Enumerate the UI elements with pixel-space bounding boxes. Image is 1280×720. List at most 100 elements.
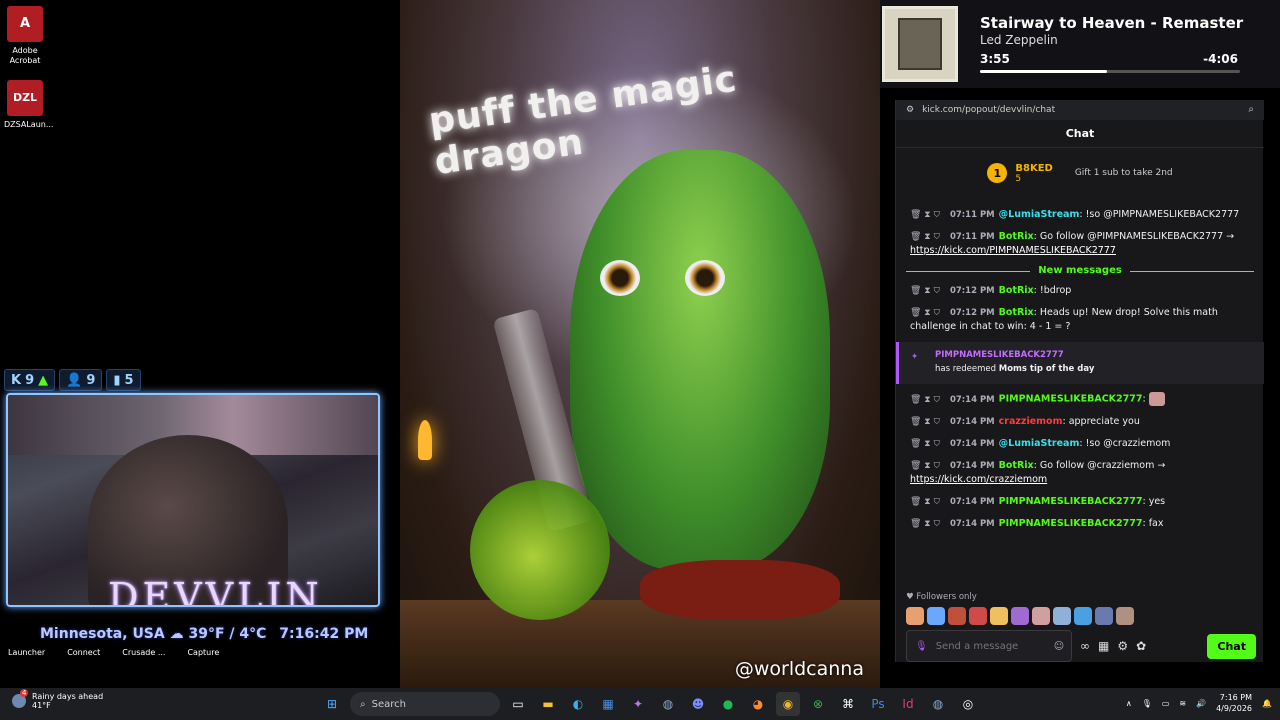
chat-input[interactable]	[935, 640, 1046, 652]
followers-only-label: Followers only	[916, 592, 977, 602]
xbox-icon[interactable]: ⊗	[806, 692, 830, 716]
photoshop-icon[interactable]: Ps	[866, 692, 890, 716]
shortcut-capture[interactable]: Capture	[187, 648, 219, 657]
emote-icon[interactable]	[1116, 607, 1134, 625]
site-settings-icon[interactable]: ⚙	[906, 105, 914, 115]
message-actions-icon[interactable]: 🗑 ⧗ ⛉	[910, 461, 940, 471]
emote-icon[interactable]	[1095, 607, 1113, 625]
mic-icon[interactable]: 🎙	[915, 641, 928, 652]
steam-alt-icon[interactable]: ◍	[926, 692, 950, 716]
edge-icon[interactable]: ◐	[566, 692, 590, 716]
emote-icon[interactable]	[1074, 607, 1092, 625]
emote-icon[interactable]	[969, 607, 987, 625]
shortcut-launcher[interactable]: Launcher	[8, 648, 45, 657]
stat-value: 9	[86, 372, 96, 388]
message-user[interactable]: PIMPNAMESLIKEBACK2777	[999, 496, 1143, 507]
windows-start-icon[interactable]: ⊞	[320, 692, 344, 716]
weather-badge: 4	[20, 689, 29, 697]
chevron-up-icon[interactable]: ∧	[1126, 699, 1132, 708]
emote-icon[interactable]	[927, 607, 945, 625]
send-chat-button[interactable]: Chat	[1207, 633, 1256, 659]
task-view-icon[interactable]: ▭	[506, 692, 530, 716]
kick-icon: K	[11, 372, 22, 388]
taskbar-search[interactable]: ⌕ Search	[350, 692, 500, 716]
indesign-icon[interactable]: Id	[896, 692, 920, 716]
shortcut-connect[interactable]: Connect	[67, 648, 100, 657]
message-time: 07:14 PM	[949, 394, 995, 405]
message-link[interactable]: https://kick.com/crazziemom	[910, 474, 1047, 485]
message-user[interactable]: BotRix	[999, 231, 1034, 242]
network-icon[interactable]: ▭	[1162, 699, 1170, 708]
now-playing-widget[interactable]: Stairway to Heaven - Remaster Led Zeppel…	[880, 0, 1280, 88]
bong-bowl	[470, 480, 610, 620]
emote-icon[interactable]	[906, 607, 924, 625]
store-icon[interactable]: ▦	[1098, 639, 1109, 653]
discord-icon[interactable]: ☻	[686, 692, 710, 716]
emote-icon[interactable]	[948, 607, 966, 625]
album-cover	[882, 6, 958, 82]
message-actions-icon[interactable]: 🗑 ⧗ ⛉	[910, 395, 940, 405]
message-text: !bdrop	[1039, 285, 1072, 296]
message-user[interactable]: BotRix	[999, 307, 1034, 318]
url-bar[interactable]: ⚙ kick.com/popout/devvlin/chat ⌕	[896, 100, 1264, 120]
message-actions-icon[interactable]: 🗑 ⧗ ⛉	[910, 210, 940, 220]
emoji-icon[interactable]: ☺	[1054, 641, 1064, 652]
message-user[interactable]: BotRix	[999, 460, 1034, 471]
message-actions-icon[interactable]: 🗑 ⧗ ⛉	[910, 308, 940, 318]
obs-icon[interactable]: ◎	[956, 692, 980, 716]
cloud-icon: ☁	[169, 626, 189, 642]
notification-bell-icon[interactable]: 🔔	[1262, 699, 1272, 708]
copilot-icon[interactable]: ✦	[626, 692, 650, 716]
desktop-icon-acrobat[interactable]: A Adobe Acrobat	[4, 6, 46, 66]
settings-icon[interactable]: ⚙	[1117, 639, 1128, 653]
new-messages-divider[interactable]: New messages	[896, 262, 1264, 280]
firefox-icon[interactable]: ◕	[746, 692, 770, 716]
mic-icon[interactable]: 🎙	[1142, 699, 1152, 708]
message-user[interactable]: @LumiaStream	[999, 438, 1080, 449]
weather-temp: 41°F	[32, 701, 51, 710]
message-actions-icon[interactable]: 🗑 ⧗ ⛉	[910, 232, 940, 242]
chat-input-box[interactable]: 🎙 ☺	[906, 630, 1072, 662]
message-link[interactable]: https://kick.com/PIMPNAMESLIKEBACK2777	[910, 245, 1116, 256]
emote-icon[interactable]	[1011, 607, 1029, 625]
emote-icon[interactable]	[990, 607, 1008, 625]
album-cover-art	[898, 18, 942, 70]
emote-icon[interactable]	[1032, 607, 1050, 625]
gift-icon[interactable]: ✿	[1136, 639, 1146, 653]
clock[interactable]: 7:16 PM 4/9/2026	[1216, 692, 1252, 714]
message-user[interactable]: BotRix	[999, 285, 1034, 296]
message-time: 07:14 PM	[949, 416, 995, 427]
message-user[interactable]: @LumiaStream	[999, 209, 1080, 220]
gift-prompt[interactable]: Gift 1 sub to take 2nd	[1075, 168, 1173, 178]
search-icon: ⌕	[360, 698, 366, 710]
message-text: !so @PIMPNAMESLIKEBACK2777	[1085, 209, 1240, 220]
volume-icon[interactable]: 🔊	[1196, 699, 1206, 708]
wifi-icon[interactable]: ≋	[1179, 699, 1186, 708]
redeem-user[interactable]: PIMPNAMESLIKEBACK2777	[935, 348, 1252, 362]
progress-bar[interactable]	[980, 70, 1240, 73]
capture-icon[interactable]: ⌘	[836, 692, 860, 716]
desktop-icon-dzsa[interactable]: DZL DZSALaun...	[4, 80, 53, 130]
weather-widget[interactable]: 4 Rainy days ahead 41°F	[12, 689, 103, 710]
emote-icon[interactable]	[1053, 607, 1071, 625]
message-actions-icon[interactable]: 🗑 ⧗ ⛉	[910, 286, 940, 296]
message-actions-icon[interactable]: 🗑 ⧗ ⛉	[910, 417, 940, 427]
search-icon[interactable]: ⌕	[1248, 104, 1254, 115]
message-actions-icon[interactable]: 🗑 ⧗ ⛉	[910, 439, 940, 449]
steam-icon[interactable]: ◍	[656, 692, 680, 716]
spotify-icon[interactable]: ●	[716, 692, 740, 716]
chat-message: 🗑 ⧗ ⛉ 07:14 PM PIMPNAMESLIKEBACK2777:	[896, 388, 1264, 411]
message-user[interactable]: PIMPNAMESLIKEBACK2777	[999, 394, 1143, 405]
chat-message: 🗑 ⧗ ⛉ 07:14 PM crazziemom: appreciate you	[910, 415, 1140, 427]
file-explorer-icon[interactable]: ▬	[536, 692, 560, 716]
message-user[interactable]: crazziemom	[999, 416, 1063, 427]
points-icon[interactable]: ∞	[1080, 639, 1090, 653]
message-time: 07:11 PM	[949, 232, 995, 242]
message-user[interactable]: PIMPNAMESLIKEBACK2777	[999, 518, 1143, 529]
shortcut-crusade[interactable]: Crusade ...	[122, 648, 165, 657]
store-icon[interactable]: ▦	[596, 692, 620, 716]
chrome-icon[interactable]: ◉	[776, 692, 800, 716]
url-text: kick.com/popout/devvlin/chat	[922, 105, 1056, 115]
message-actions-icon[interactable]: 🗑 ⧗ ⛉	[910, 519, 940, 529]
message-actions-icon[interactable]: 🗑 ⧗ ⛉	[910, 497, 940, 507]
